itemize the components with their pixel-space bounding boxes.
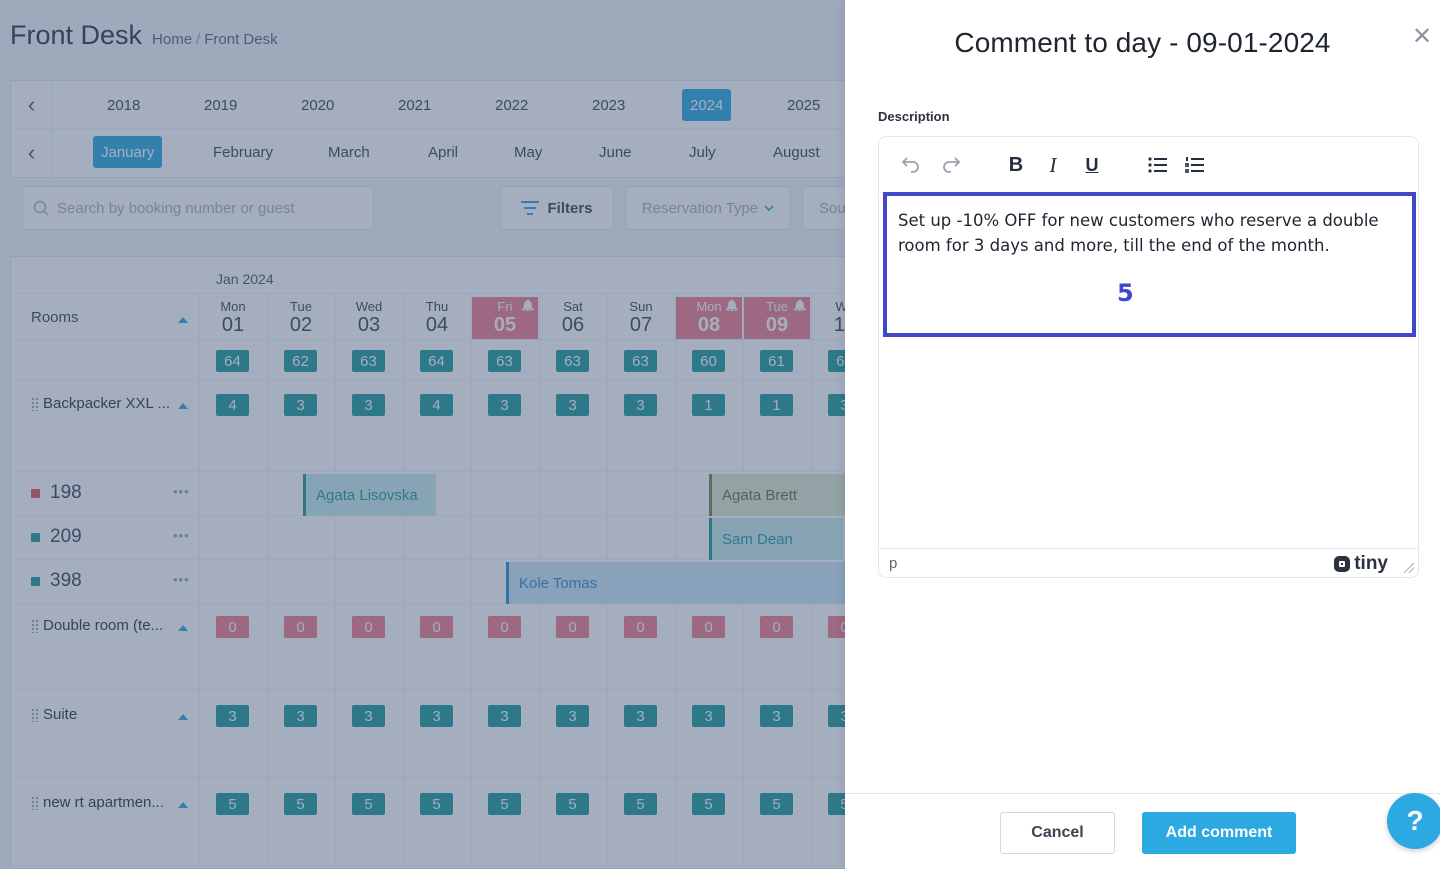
- cancel-button[interactable]: Cancel: [1000, 812, 1115, 854]
- redo-icon: [943, 157, 961, 173]
- description-label: Description: [878, 109, 950, 124]
- add-comment-button[interactable]: Add comment: [1142, 812, 1296, 854]
- italic-button[interactable]: I: [1039, 151, 1067, 179]
- numbered-list-button[interactable]: [1181, 151, 1209, 179]
- help-icon: ?: [1406, 805, 1424, 836]
- close-icon: ✕: [1411, 23, 1433, 50]
- editor-toolbar: B I U: [879, 137, 1418, 193]
- bullet-list-button[interactable]: [1144, 151, 1172, 179]
- bullet-list-icon: [1148, 157, 1167, 173]
- tiny-logo-icon: [1334, 556, 1351, 572]
- drawer-footer: Cancel Add comment: [845, 793, 1440, 869]
- redo-button[interactable]: [937, 151, 965, 179]
- step-marker: 5: [1117, 279, 1134, 307]
- close-button[interactable]: ✕: [1411, 23, 1433, 50]
- rich-text-editor: B I U Set up -10% OFF for new customers …: [878, 136, 1419, 578]
- numbered-list-icon: [1185, 157, 1204, 173]
- element-path[interactable]: p: [889, 555, 897, 572]
- editor-statusbar: p tiny: [879, 548, 1418, 577]
- bold-button[interactable]: B: [1002, 151, 1030, 179]
- help-button[interactable]: ?: [1387, 793, 1440, 849]
- comment-drawer: Comment to day - 09-01-2024 ✕ Descriptio…: [845, 0, 1440, 869]
- undo-icon: [901, 157, 919, 173]
- comment-text[interactable]: Set up -10% OFF for new customers who re…: [898, 208, 1408, 258]
- tiny-branding-label: tiny: [1354, 553, 1388, 574]
- editor-content-area[interactable]: Set up -10% OFF for new customers who re…: [881, 192, 1416, 548]
- tiny-branding[interactable]: tiny: [1334, 553, 1388, 575]
- resize-handle-icon[interactable]: [1404, 563, 1414, 573]
- drawer-title: Comment to day - 09-01-2024: [954, 27, 1331, 58]
- undo-button[interactable]: [897, 151, 925, 179]
- underline-button[interactable]: U: [1078, 151, 1106, 179]
- modal-overlay[interactable]: [0, 0, 845, 869]
